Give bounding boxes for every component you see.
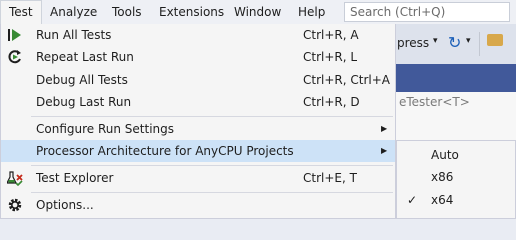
toolbar-separator	[479, 32, 480, 56]
menu-item-label: Options...	[36, 198, 94, 212]
menu-divider	[31, 165, 393, 166]
submenu-item-label: Auto	[431, 148, 459, 162]
menu-tools[interactable]: Tools	[104, 0, 150, 24]
menu-item-processor-architecture[interactable]: Processor Architecture for AnyCPU Projec…	[1, 140, 395, 162]
submenu-item-label: x86	[431, 170, 454, 184]
menu-item-label: Debug Last Run	[36, 95, 132, 109]
menu-item-label: Configure Run Settings	[36, 122, 175, 136]
submenu-item-x86[interactable]: x86	[397, 166, 515, 188]
menu-item-shortcut: Ctrl+E, T	[303, 171, 357, 185]
run-all-icon	[7, 27, 23, 43]
submenu-item-auto[interactable]: Auto	[397, 144, 515, 166]
menu-item-debug-last-run[interactable]: Debug Last Run Ctrl+R, D	[1, 91, 395, 113]
configuration-dropdown[interactable]: press	[397, 36, 429, 50]
menu-extensions[interactable]: Extensions	[151, 0, 232, 24]
submenu-item-x64[interactable]: ✓ x64	[397, 189, 515, 211]
menu-item-shortcut: Ctrl+R, D	[303, 95, 360, 109]
toolbar: press ▾ ↻ ▾	[395, 24, 516, 64]
menu-item-label: Debug All Tests	[36, 73, 128, 87]
search-input[interactable]: Search (Ctrl+Q)	[344, 2, 510, 22]
menu-divider	[31, 116, 393, 117]
menu-item-label: Processor Architecture for AnyCPU Projec…	[36, 144, 294, 158]
submenu-arrow-icon: ▶	[381, 146, 388, 155]
menu-item-label: Test Explorer	[36, 171, 114, 185]
submenu-item-label: x64	[431, 193, 454, 207]
checkmark-icon: ✓	[407, 193, 418, 207]
menu-item-shortcut: Ctrl+R, Ctrl+A	[303, 73, 390, 87]
submenu-arrow-icon: ▶	[381, 124, 388, 133]
menu-item-run-all-tests[interactable]: Run All Tests Ctrl+R, A	[1, 24, 395, 46]
menu-test[interactable]: Test	[0, 0, 42, 25]
menu-analyze[interactable]: Analyze	[42, 0, 105, 24]
menu-item-options[interactable]: Options...	[1, 194, 395, 216]
test-menu-dropdown: Run All Tests Ctrl+R, A Repeat Last Run …	[0, 24, 396, 219]
repeat-run-icon	[7, 49, 23, 65]
menu-item-shortcut: Ctrl+R, L	[303, 50, 358, 64]
menu-help[interactable]: Help	[290, 0, 333, 24]
refresh-icon[interactable]: ↻	[448, 33, 461, 52]
menu-item-shortcut: Ctrl+R, A	[303, 28, 359, 42]
menu-window[interactable]: Window	[226, 0, 289, 24]
menu-item-debug-all-tests[interactable]: Debug All Tests Ctrl+R, Ctrl+A	[1, 69, 395, 91]
menu-divider	[31, 192, 393, 193]
document-tab-strip	[395, 64, 516, 92]
architecture-submenu: Auto x86 ✓ x64	[396, 140, 516, 219]
menu-item-label: Repeat Last Run	[36, 50, 134, 64]
menu-item-configure-run-settings[interactable]: Configure Run Settings ▶	[1, 118, 395, 140]
menu-item-label: Run All Tests	[36, 28, 112, 42]
menu-item-test-explorer[interactable]: Test Explorer Ctrl+E, T	[1, 167, 395, 189]
code-text: eTester<T>	[399, 95, 470, 109]
gear-icon	[7, 197, 23, 213]
menu-bar: Test Analyze Tools Extensions Window Hel…	[0, 0, 516, 25]
folder-icon[interactable]	[487, 34, 503, 46]
menu-item-repeat-last-run[interactable]: Repeat Last Run Ctrl+R, L	[1, 46, 395, 68]
chevron-down-icon[interactable]: ▾	[466, 36, 471, 46]
test-explorer-icon	[6, 170, 23, 187]
chevron-down-icon[interactable]: ▾	[433, 36, 438, 46]
